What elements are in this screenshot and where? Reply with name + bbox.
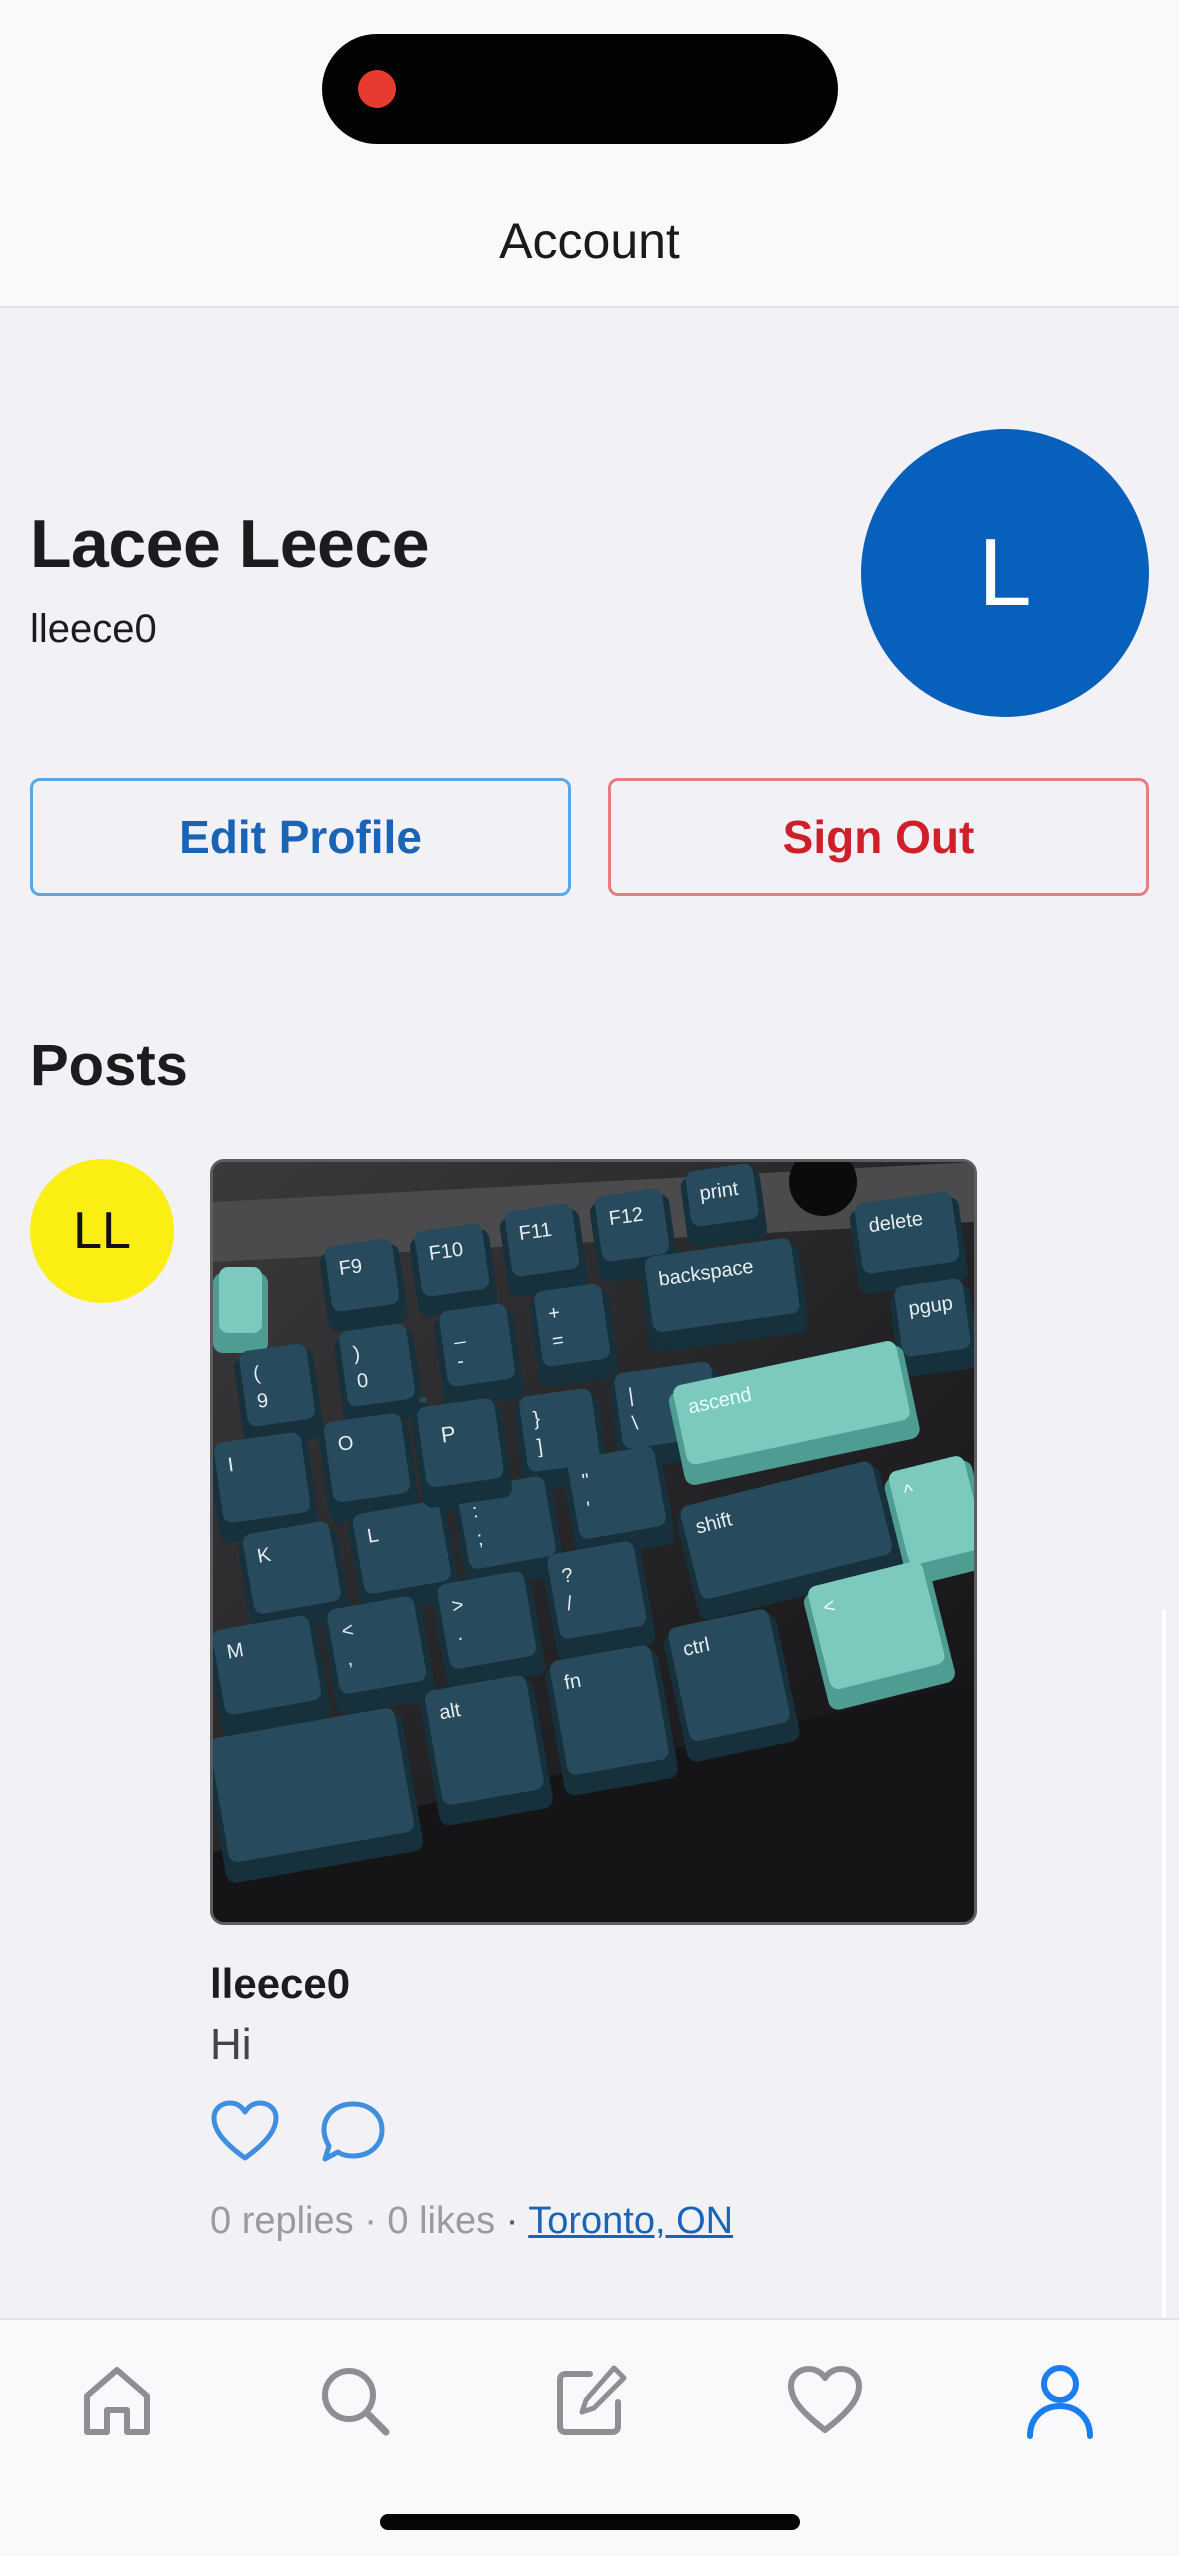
navigation-bar: Account xyxy=(0,0,1179,308)
keycap: (9 xyxy=(234,1343,324,1447)
posts-section-title: Posts xyxy=(30,1033,188,1098)
meta-separator: · xyxy=(364,2200,377,2242)
keycap: )0 xyxy=(334,1323,424,1427)
keycap: >. xyxy=(432,1571,546,1690)
keycap: alt xyxy=(420,1675,553,1826)
keycap: M xyxy=(213,1615,331,1736)
scrollbar[interactable] xyxy=(1162,1610,1166,2320)
tab-search[interactable] xyxy=(314,2360,394,2440)
tab-home[interactable] xyxy=(77,2360,157,2440)
page-title: Account xyxy=(499,213,680,269)
dynamic-island xyxy=(322,34,838,144)
tab-compose[interactable] xyxy=(550,2360,630,2440)
profile-name: Lacee Leece xyxy=(30,506,430,582)
profile-handle: lleece0 xyxy=(30,607,157,651)
key-legend: O xyxy=(336,1432,354,1456)
search-icon xyxy=(322,2368,390,2436)
post-author-avatar[interactable]: LL xyxy=(30,1159,174,1303)
meta-separator: · xyxy=(505,2200,519,2242)
post-text: Hi xyxy=(210,2020,252,2069)
keycap: <, xyxy=(322,1596,436,1715)
like-count: 0 likes xyxy=(387,2200,496,2242)
keycap xyxy=(213,1267,268,1353)
like-heart-icon[interactable] xyxy=(210,2100,280,2169)
keycap: fn xyxy=(545,1645,678,1796)
reply-count: 0 replies xyxy=(210,2200,354,2242)
post-meta: 0 replies · 0 likes · Toronto, ON xyxy=(210,2200,733,2243)
tab-account[interactable] xyxy=(1020,2360,1100,2440)
keycap: F11 xyxy=(499,1203,588,1297)
keycap: F9 xyxy=(319,1238,408,1332)
key-legend: alt xyxy=(438,1699,463,1724)
edit-profile-button[interactable]: Edit Profile xyxy=(30,778,571,896)
recording-indicator-icon xyxy=(358,70,396,108)
profile-avatar[interactable]: L xyxy=(861,429,1149,717)
tab-activity[interactable] xyxy=(785,2360,865,2440)
person-icon xyxy=(1027,2365,1093,2439)
keycap: ?/ xyxy=(542,1541,656,1660)
keycap: F10 xyxy=(409,1223,498,1317)
home-icon xyxy=(84,2367,150,2435)
sign-out-button[interactable]: Sign Out xyxy=(608,778,1149,896)
home-indicator[interactable] xyxy=(380,2514,800,2530)
keycap: _- xyxy=(434,1303,524,1407)
location-link[interactable]: Toronto, ON xyxy=(528,2200,733,2242)
keycap: += xyxy=(529,1283,619,1387)
key-legend: F9 xyxy=(337,1255,363,1280)
post-image[interactable]: F9 F10 F11 F12 print delete pgup(9) 0 _ - + = backsp… xyxy=(210,1159,977,1925)
compose-icon xyxy=(557,2365,627,2435)
key-legend: F11 xyxy=(517,1219,553,1245)
keyboard-photo: F9F10F11F12printdeletepgup(9)0_-+=backsp… xyxy=(213,1162,974,1922)
post-username[interactable]: lleece0 xyxy=(210,1960,350,2008)
heart-icon xyxy=(788,2366,862,2433)
keycap: print xyxy=(680,1163,768,1247)
keycap: P xyxy=(412,1398,512,1508)
reply-bubble-icon[interactable] xyxy=(320,2100,386,2169)
